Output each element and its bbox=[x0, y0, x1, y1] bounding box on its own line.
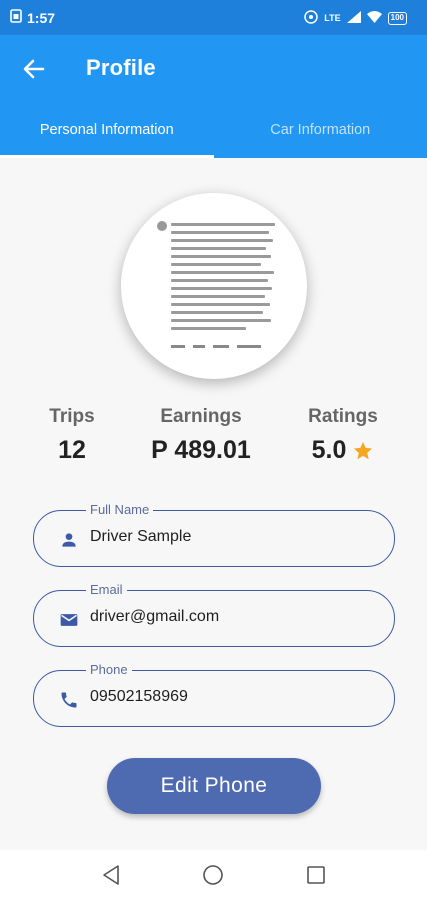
ratings-row: 5.0 bbox=[300, 436, 386, 465]
edit-phone-button[interactable]: Edit Phone bbox=[107, 758, 321, 814]
signal-icon bbox=[346, 11, 361, 25]
phone-value: 09502158969 bbox=[90, 688, 188, 705]
tab-bar: Personal Information Car Information bbox=[0, 101, 427, 158]
earnings-value: P 489.01 bbox=[151, 436, 251, 464]
nav-back-button[interactable] bbox=[91, 855, 131, 895]
nav-recents-button[interactable] bbox=[296, 855, 336, 895]
stat-ratings: Ratings 5.0 bbox=[300, 406, 386, 465]
nav-home-button[interactable] bbox=[193, 855, 233, 895]
earnings-label: Earnings bbox=[160, 406, 242, 427]
system-nav-bar bbox=[0, 850, 427, 900]
ratings-label: Ratings bbox=[308, 406, 378, 427]
phone-field[interactable]: Phone 09502158969 bbox=[33, 662, 395, 727]
star-icon bbox=[354, 441, 373, 459]
battery-indicator: 100 bbox=[387, 11, 407, 25]
trips-label: Trips bbox=[49, 406, 95, 427]
status-time: 1:57 bbox=[27, 9, 56, 26]
wifi-icon bbox=[366, 11, 382, 25]
mail-icon bbox=[60, 614, 78, 626]
notification-icon bbox=[10, 9, 22, 26]
tab-personal-information[interactable]: Personal Information bbox=[0, 101, 214, 158]
full-name-field[interactable]: Full Name Driver Sample bbox=[33, 502, 395, 567]
recents-square-icon bbox=[307, 866, 325, 884]
full-name-value: Driver Sample bbox=[90, 528, 192, 545]
trips-value: 12 bbox=[58, 436, 86, 464]
stat-earnings: Earnings P 489.01 bbox=[136, 406, 266, 465]
phone-icon bbox=[61, 692, 77, 708]
page-title: Profile bbox=[86, 55, 156, 80]
hotspot-icon bbox=[304, 10, 319, 26]
avatar-image bbox=[157, 217, 277, 357]
back-button[interactable] bbox=[20, 55, 48, 83]
email-field[interactable]: Email driver@gmail.com bbox=[33, 582, 395, 647]
status-bar: 1:57 LTE 100 bbox=[0, 0, 427, 35]
phone-label: Phone bbox=[86, 662, 132, 677]
home-circle-icon bbox=[203, 865, 224, 885]
tab-car-information[interactable]: Car Information bbox=[214, 101, 427, 158]
email-label: Email bbox=[86, 582, 127, 597]
stat-trips: Trips 12 bbox=[42, 406, 102, 465]
ratings-value: 5.0 bbox=[311, 436, 347, 464]
full-name-label: Full Name bbox=[86, 502, 154, 517]
network-label: LTE bbox=[324, 13, 341, 23]
app-bar: Profile bbox=[0, 35, 427, 101]
person-icon bbox=[62, 533, 76, 547]
profile-avatar[interactable] bbox=[121, 193, 307, 379]
back-triangle-icon bbox=[103, 865, 119, 885]
stats-section: Trips 12 Earnings P 489.01 Ratings 5.0 bbox=[0, 406, 427, 476]
email-value: driver@gmail.com bbox=[90, 608, 220, 625]
arrow-left-icon bbox=[23, 59, 45, 79]
